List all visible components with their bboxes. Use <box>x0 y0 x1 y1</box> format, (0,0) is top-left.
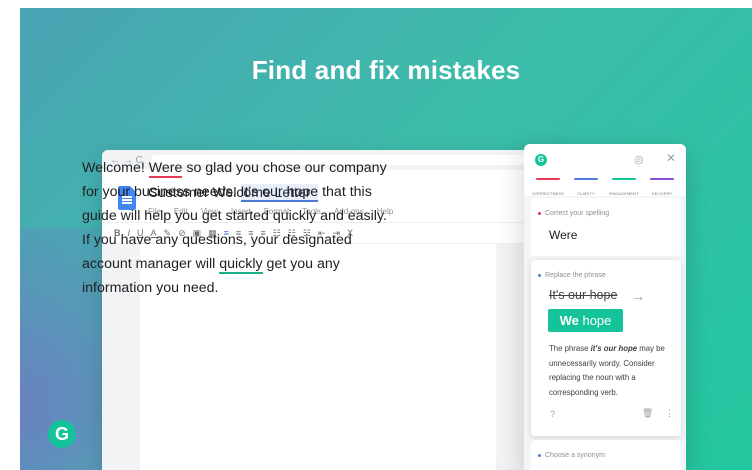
goals-icon[interactable]: ◎ <box>634 153 644 166</box>
grammarly-logo-icon: G <box>535 154 547 166</box>
suggestion-type: Correct your spelling <box>537 210 610 217</box>
trash-icon[interactable]: 🗑 <box>642 408 653 419</box>
doc-line: guide will help you get started quickly … <box>82 208 387 224</box>
grammarly-sidebar: G ◎ ✕ CORRECTNESS CLARITY ENGAGEMENT DEL… <box>524 144 686 470</box>
doc-body-text[interactable]: Welcome! Were so glad you chose our comp… <box>82 156 402 300</box>
tab-clarity[interactable]: CLARITY <box>570 178 602 200</box>
doc-line: account manager will quickly get you any <box>82 256 340 274</box>
spelling-error-highlight[interactable]: Were <box>148 160 183 178</box>
doc-line: Welcome! Were so glad you chose our comp… <box>82 160 387 178</box>
close-icon[interactable]: ✕ <box>666 151 676 165</box>
suggestion-word: Were <box>549 228 578 242</box>
suggestion-type: Choose a synonym <box>538 452 605 459</box>
doc-line: for your business needs. It's our hope t… <box>82 184 372 202</box>
suggestion-card-replace[interactable]: Replace the phrase It's our hope → We ho… <box>531 260 681 436</box>
category-tabs: CORRECTNESS CLARITY ENGAGEMENT DELIVERY <box>532 178 678 200</box>
hero-banner: Find and fix mistakes ← → C Customer Wel… <box>20 8 752 470</box>
suggestion-type: Replace the phrase <box>538 272 606 279</box>
tab-delivery[interactable]: DELIVERY <box>646 178 678 200</box>
headline: Find and fix mistakes <box>251 55 521 85</box>
doc-line: If you have any questions, your designat… <box>82 232 352 248</box>
more-options-icon[interactable]: ⋮ <box>665 408 674 419</box>
tab-correctness[interactable]: CORRECTNESS <box>532 178 564 200</box>
help-icon[interactable]: ? <box>550 409 555 419</box>
tab-engagement[interactable]: ENGAGEMENT <box>608 178 640 200</box>
grammarly-corner-logo-icon: G <box>48 420 76 448</box>
original-phrase: It's our hope <box>549 288 618 302</box>
sidebar-header: G ◎ ✕ CORRECTNESS CLARITY ENGAGEMENT DEL… <box>524 144 686 196</box>
suggestion-explanation: The phrase it's our hope may be unnecess… <box>549 344 665 397</box>
clarity-highlight[interactable]: It's our hope <box>240 184 319 202</box>
suggestion-card-spelling[interactable]: Correct your spelling Were <box>531 198 681 256</box>
accept-suggestion-button[interactable]: We hope <box>548 309 623 332</box>
doc-line: information you need. <box>82 280 219 296</box>
arrow-right-icon: → <box>631 288 645 304</box>
suggestion-card-synonym[interactable]: Choose a synonym <box>531 440 681 470</box>
synonym-highlight[interactable]: quickly <box>219 256 263 274</box>
